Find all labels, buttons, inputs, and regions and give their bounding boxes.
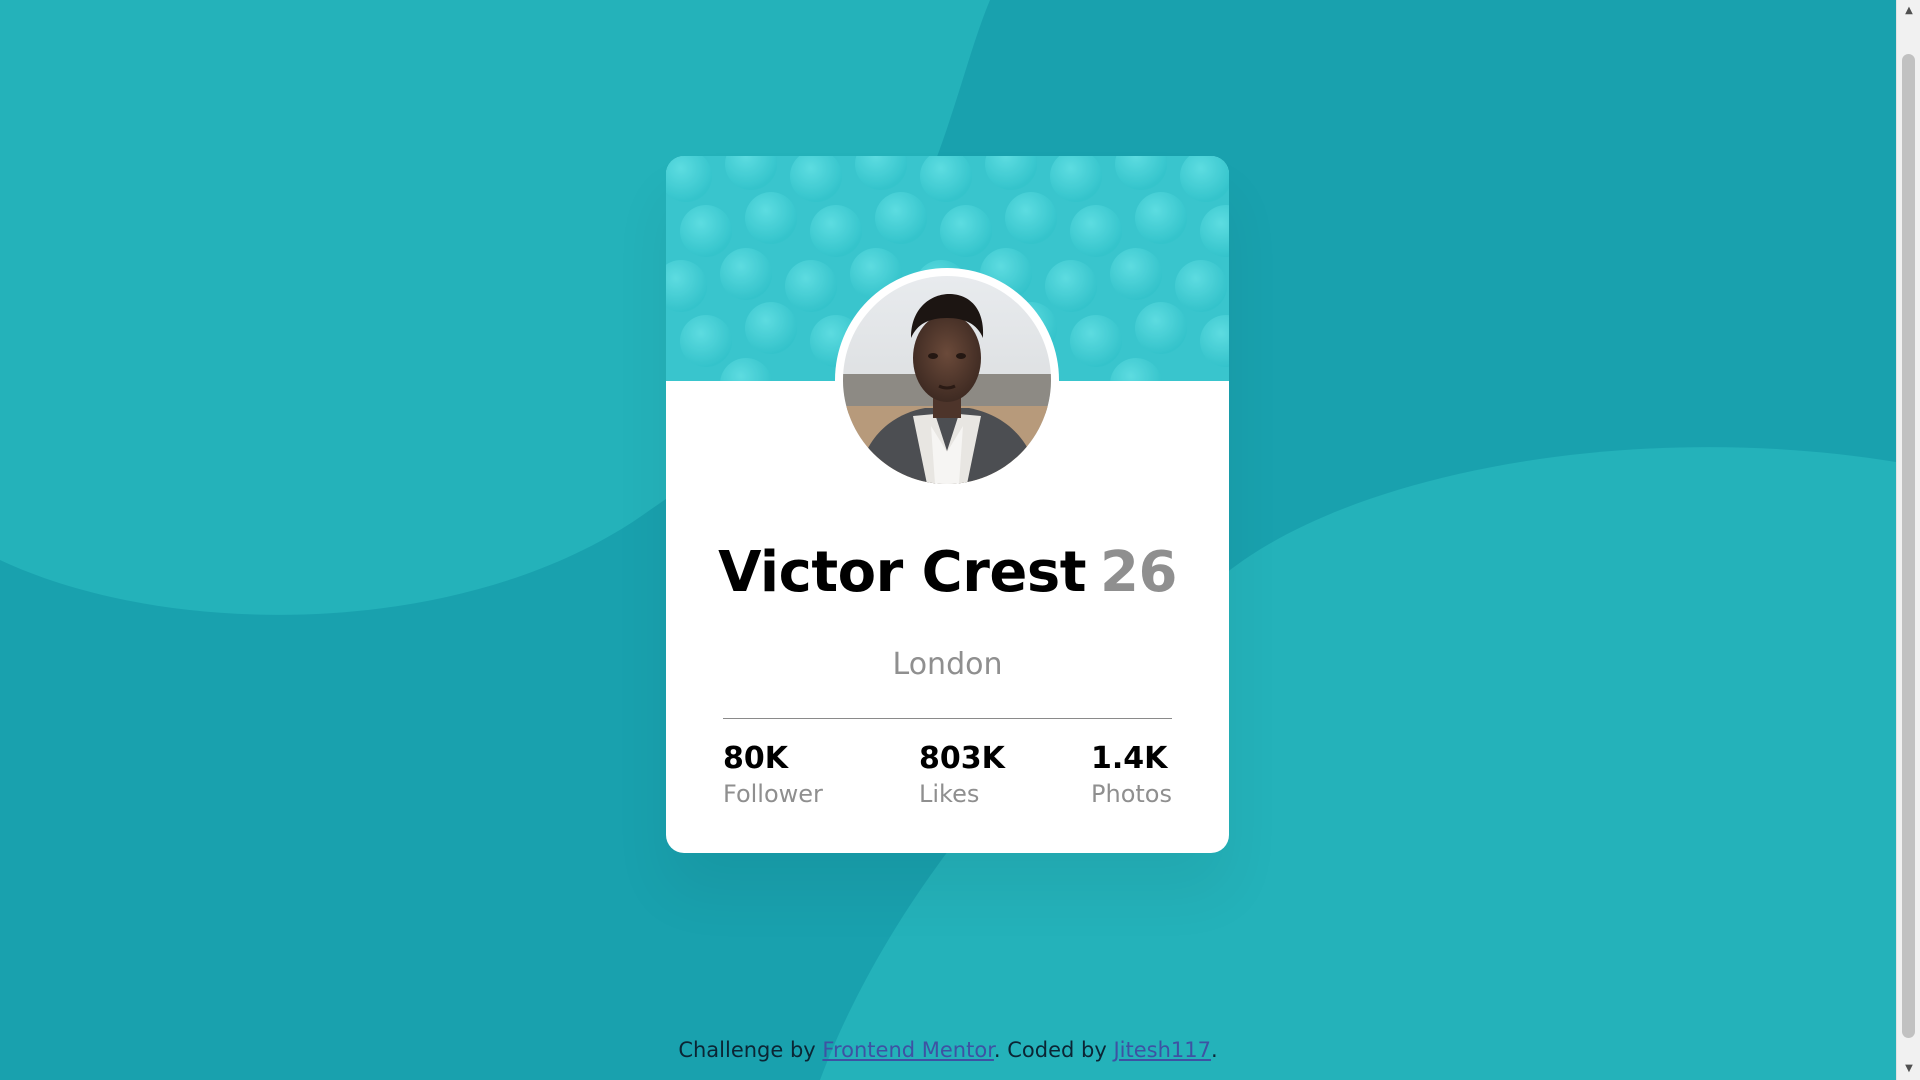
footer-suffix: . bbox=[1211, 1038, 1218, 1062]
footer-prefix: Challenge by bbox=[678, 1038, 823, 1062]
stat-value: 803K bbox=[919, 741, 1005, 776]
author-link[interactable]: Jitesh117 bbox=[1113, 1038, 1211, 1062]
profile-card: Victor Crest 26 London 80K Follower 803K … bbox=[666, 156, 1229, 853]
profile-age: 26 bbox=[1099, 540, 1177, 605]
scrollbar-thumb[interactable] bbox=[1902, 54, 1915, 1038]
stat-label: Photos bbox=[1091, 780, 1172, 808]
profile-photo bbox=[843, 276, 1051, 484]
divider bbox=[723, 718, 1172, 719]
stat-value: 80K bbox=[723, 741, 788, 776]
profile-location: London bbox=[892, 647, 1003, 682]
name-row: Victor Crest 26 bbox=[666, 534, 1229, 612]
attribution-footer: Challenge by Frontend Mentor. Coded by J… bbox=[0, 1036, 1896, 1065]
stat-value: 1.4K bbox=[1091, 741, 1168, 776]
scroll-up-arrow-icon[interactable]: ▲ bbox=[1897, 2, 1920, 20]
avatar bbox=[835, 268, 1059, 492]
profile-name: Victor Crest bbox=[718, 540, 1086, 605]
stat-label: Follower bbox=[723, 780, 823, 808]
stat-label: Likes bbox=[919, 780, 980, 808]
scroll-down-arrow-icon[interactable]: ▼ bbox=[1897, 1060, 1920, 1078]
vertical-scrollbar[interactable]: ▲ ▼ bbox=[1896, 0, 1920, 1080]
stat-followers: 80K Follower bbox=[723, 738, 823, 812]
frontend-mentor-link[interactable]: Frontend Mentor bbox=[822, 1038, 994, 1062]
footer-middle: . Coded by bbox=[993, 1038, 1114, 1062]
stat-photos: 1.4K Photos bbox=[1091, 738, 1172, 812]
stat-likes: 803K Likes bbox=[919, 738, 1005, 812]
